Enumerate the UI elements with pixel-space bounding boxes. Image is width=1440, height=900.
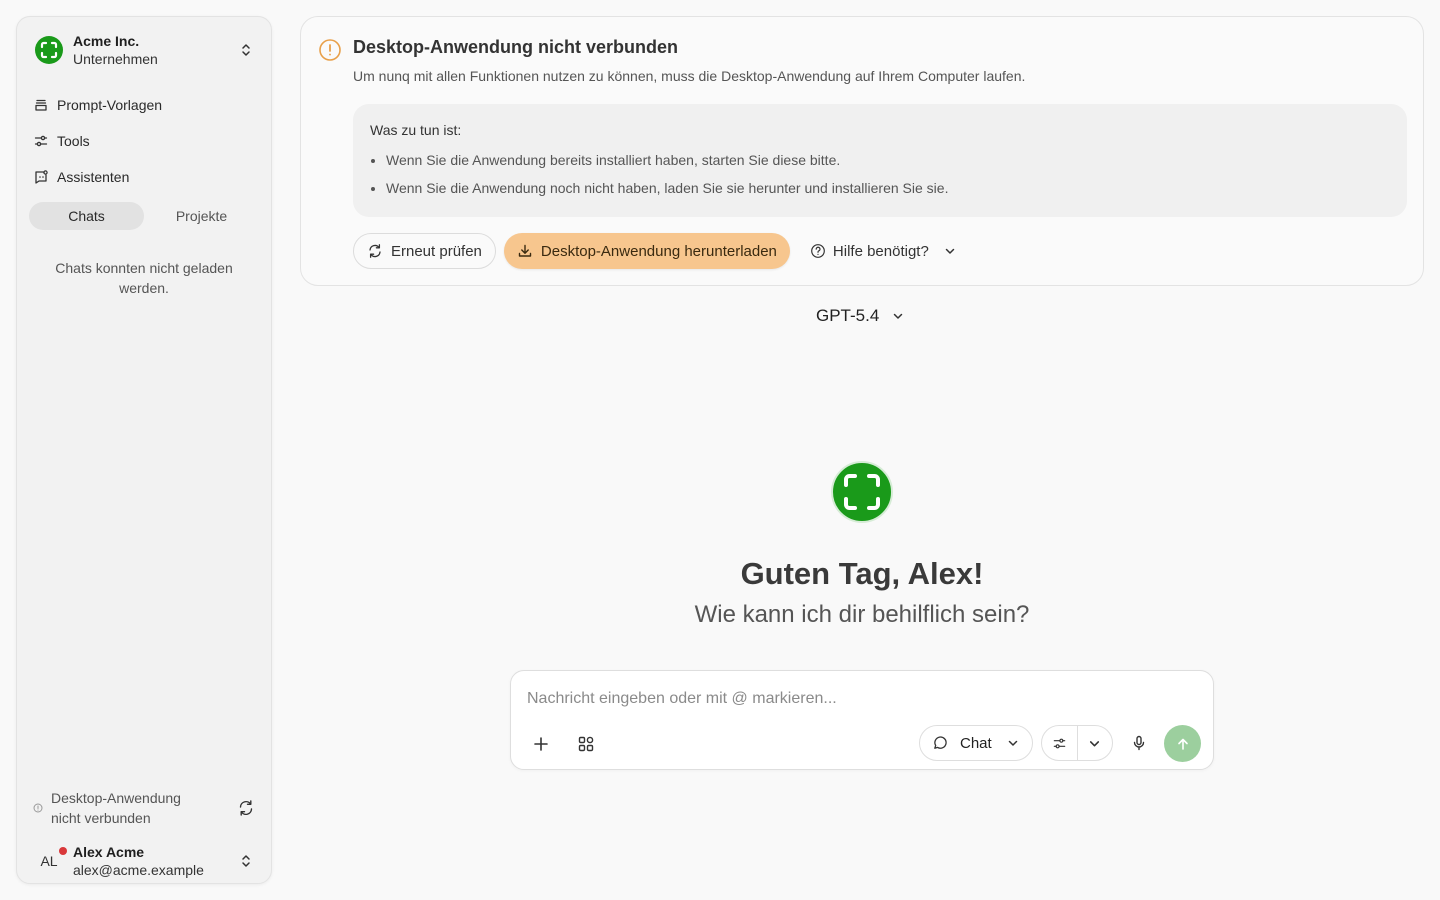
message-circle-icon [934,736,947,749]
chevrons-up-down-icon [242,855,250,867]
message-input[interactable] [527,685,1187,713]
prompt-templates-icon [35,99,47,111]
chevron-down-icon [894,313,903,319]
todo-list: Wenn Sie die Anwendung bereits installie… [370,146,1390,202]
sidebar-item-prompt-templates[interactable]: Prompt-Vorlagen [33,87,259,123]
list-item: Wenn Sie die Anwendung noch nicht haben,… [386,174,1390,202]
chats-error-message: Chats konnten nicht geladen werden. [55,260,233,296]
desktop-app-banner: Desktop-Anwendung nicht verbunden Um nun… [300,16,1424,286]
banner-actions: Erneut prüfen Desktop-Anwendung herunter… [353,233,957,269]
microphone-icon[interactable] [1130,734,1148,752]
tools-icon [34,135,48,147]
download-desktop-app-button[interactable]: Desktop-Anwendung herunterladen [503,233,790,269]
banner-description: Um nunq mit allen Funktionen nutzen zu k… [353,68,1026,84]
model-selector[interactable]: GPT-5.4 [816,306,905,326]
model-label: GPT-5.4 [816,306,880,325]
tools-button-group [1041,725,1113,761]
tools-dropdown-button[interactable] [1076,726,1112,760]
info-icon [33,803,43,813]
sidebar-item-label: Prompt-Vorlagen [57,97,163,113]
status-dot [59,847,67,855]
retry-label: Erneut prüfen [391,242,482,260]
sidebar: Acme Inc. Unternehmen Prompt-Vorlagen To… [16,16,272,884]
help-dropdown[interactable]: Hilfe benötigt? [810,243,957,260]
download-label: Desktop-Anwendung herunterladen [540,242,777,260]
plus-icon[interactable] [531,734,551,754]
tools-button[interactable] [1042,726,1077,760]
refresh-icon [369,244,381,258]
sidebar-tabs: Chats Projekte [29,202,259,230]
desktop-connection-status: Desktop-Anwendung nicht verbunden [33,788,255,828]
help-circle-icon [811,244,825,258]
chevron-down-icon [945,248,955,254]
list-item: Wenn Sie die Anwendung bereits installie… [386,146,1390,174]
avatar: AL [33,845,67,877]
org-switcher[interactable]: Acme Inc. Unternehmen [34,31,257,69]
org-name: Acme Inc. [73,33,140,49]
sidebar-nav: Prompt-Vorlagen Tools Assistenten [33,87,259,195]
chevron-down-icon [1008,740,1017,746]
greeting-subtitle: Wie kann ich dir behilflich sein? [694,601,1030,628]
sidebar-item-label: Assistenten [57,169,130,185]
arrow-up-icon [1177,738,1188,750]
chevrons-up-down-icon [242,44,250,56]
refresh-icon[interactable] [237,799,255,817]
assistants-icon [35,170,48,184]
banner-title: Desktop-Anwendung nicht verbunden [353,37,679,57]
user-name: Alex Acme [73,844,145,860]
warning-icon [319,39,341,61]
sidebar-item-assistants[interactable]: Assistenten [33,159,259,195]
org-type: Unternehmen [73,51,158,67]
tab-projects[interactable]: Projekte [144,202,259,230]
chat-mode-dropdown[interactable]: Chat [919,725,1033,761]
chevron-down-icon [1090,740,1100,746]
retry-button[interactable]: Erneut prüfen [353,233,496,269]
avatar-initials: AL [40,853,58,869]
help-label: Hilfe benötigt? [832,242,929,260]
tab-chats[interactable]: Chats [29,202,144,230]
send-button[interactable] [1164,725,1201,762]
acme-logo-icon [831,461,893,523]
apps-icon[interactable] [576,734,596,754]
user-email: alex@acme.example [73,862,204,878]
chat-mode-label: Chat [960,734,992,752]
greeting-title: Guten Tag, Alex! [740,556,984,591]
todo-box: Was zu tun ist: Wenn Sie die Anwendung b… [353,104,1407,217]
tools-icon [1053,738,1066,748]
message-composer: Chat [510,670,1214,770]
desktop-status-text: Desktop-Anwendung nicht verbunden [51,790,181,826]
sidebar-item-tools[interactable]: Tools [33,123,259,159]
acme-logo-icon [35,36,63,64]
user-menu[interactable]: AL Alex Acme alex@acme.example [33,841,255,881]
download-icon [518,244,532,257]
sidebar-item-label: Tools [57,133,90,149]
todo-title: Was zu tun ist: [370,122,462,138]
